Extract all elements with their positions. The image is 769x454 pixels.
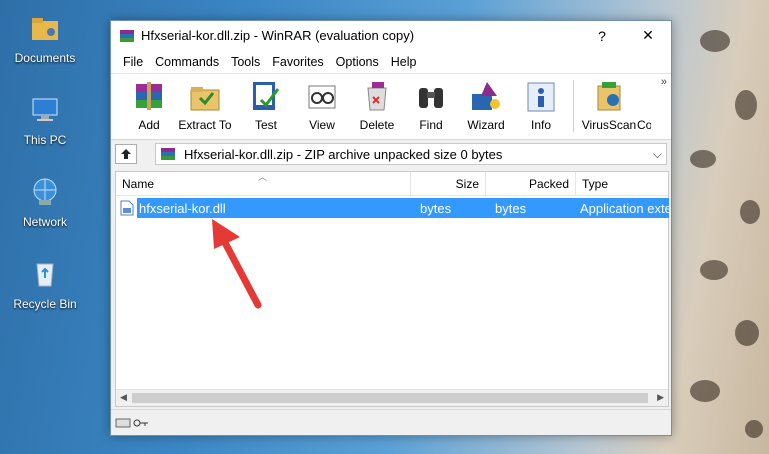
toolbar-add-button[interactable]: Add	[121, 78, 177, 132]
column-packed[interactable]: Packed	[486, 172, 576, 196]
up-arrow-icon	[121, 149, 131, 159]
annotation-arrow-icon	[212, 219, 262, 309]
toolbar-wizard-button[interactable]: Wizard	[458, 78, 514, 132]
virusscan-icon	[597, 82, 621, 111]
toolbar-overflow-chevron[interactable]: »	[661, 76, 667, 88]
scroll-right-icon[interactable]: ▶	[657, 392, 664, 403]
toolbar-comment-button[interactable]: Co	[637, 78, 651, 132]
up-one-level-button[interactable]	[115, 144, 137, 164]
toolbar-separator	[573, 80, 574, 132]
toolbar-virusscan-button[interactable]: VirusScan	[579, 78, 639, 132]
menu-bar: File Commands Tools Favorites Options He…	[111, 50, 671, 74]
file-type: Application exte	[580, 200, 669, 216]
archive-path-field[interactable]: Hfxserial-kor.dll.zip - ZIP archive unpa…	[155, 143, 667, 165]
file-size: bytes	[420, 200, 452, 216]
winrar-window: Hfxserial-kor.dll.zip - WinRAR (evaluati…	[110, 20, 672, 436]
folder-user-icon	[32, 18, 58, 40]
menu-tools[interactable]: Tools	[225, 55, 266, 69]
file-packed: bytes	[495, 200, 527, 216]
address-bar: Hfxserial-kor.dll.zip - ZIP archive unpa…	[111, 140, 671, 168]
desktop-icon-documents[interactable]: Documents	[0, 12, 90, 65]
recycle-bin-icon	[36, 263, 54, 287]
toolbar-test-button[interactable]: Test	[238, 78, 294, 132]
toolbar-find-button[interactable]: Find	[403, 78, 459, 132]
find-binoculars-icon	[419, 88, 443, 108]
menu-file[interactable]: File	[117, 55, 149, 69]
menu-favorites[interactable]: Favorites	[266, 55, 329, 69]
close-button[interactable]: ✕	[625, 21, 671, 50]
scroll-left-icon[interactable]: ◀	[120, 392, 127, 403]
file-name: hfxserial-kor.dll	[139, 200, 226, 216]
desktop-icon-network[interactable]: Network	[0, 176, 90, 229]
toolbar-info-button[interactable]: Info	[513, 78, 569, 132]
menu-commands[interactable]: Commands	[149, 55, 225, 69]
toolbar: Add Extract To Test View Delete Find Wiz…	[111, 74, 671, 140]
column-type[interactable]: Type	[576, 172, 668, 196]
menu-options[interactable]: Options	[330, 55, 385, 69]
drive-key-icon	[115, 418, 148, 427]
file-list: ︿ Name Size Packed Type hfxserial-kor.dl…	[115, 171, 669, 407]
column-size[interactable]: Size	[411, 172, 486, 196]
menu-help[interactable]: Help	[385, 55, 423, 69]
network-globe-icon	[33, 178, 57, 205]
sort-caret-icon: ︿	[258, 172, 268, 182]
title-bar[interactable]: Hfxserial-kor.dll.zip - WinRAR (evaluati…	[111, 21, 671, 50]
toolbar-delete-button[interactable]: Delete	[349, 78, 405, 132]
winrar-app-icon	[120, 29, 134, 42]
scrollbar-thumb[interactable]	[132, 393, 648, 403]
toolbar-extract-button[interactable]: Extract To	[177, 78, 233, 132]
add-archive-icon	[136, 82, 162, 110]
dll-file-icon	[120, 200, 134, 216]
desktop-icon-recycle-bin[interactable]: Recycle Bin	[0, 258, 90, 311]
column-header-row: ︿ Name Size Packed Type	[116, 172, 668, 196]
view-glasses-icon	[308, 85, 336, 109]
delete-recycle-icon	[367, 82, 387, 111]
status-bar	[111, 409, 671, 435]
window-title: Hfxserial-kor.dll.zip - WinRAR (evaluati…	[141, 28, 415, 43]
wizard-icon	[472, 82, 500, 110]
test-check-icon	[253, 82, 280, 110]
help-button[interactable]: ?	[579, 21, 625, 50]
extract-folder-icon	[190, 87, 220, 111]
horizontal-scrollbar[interactable]: ◀ ▶	[116, 389, 668, 406]
chevron-down-icon[interactable]: ⌵	[653, 147, 662, 162]
toolbar-view-button[interactable]: View	[294, 78, 350, 132]
computer-icon	[32, 98, 58, 121]
archive-path-text: Hfxserial-kor.dll.zip - ZIP archive unpa…	[184, 146, 503, 162]
info-icon	[527, 82, 555, 112]
desktop-icon-this-pc[interactable]: This PC	[0, 94, 90, 147]
archive-icon	[161, 148, 175, 160]
